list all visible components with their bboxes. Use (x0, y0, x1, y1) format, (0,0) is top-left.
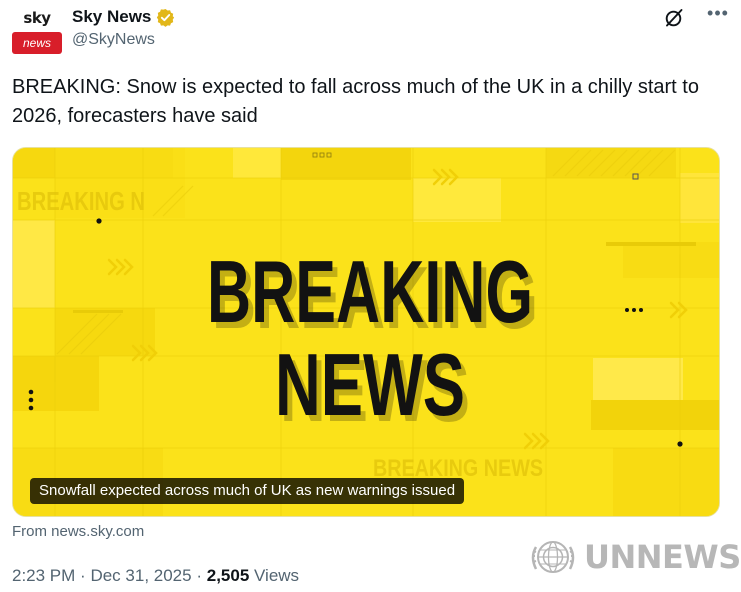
un-emblem-icon (531, 541, 575, 573)
tweet-time[interactable]: 2:23 PM (12, 566, 75, 585)
more-icon[interactable]: ••• (706, 4, 730, 28)
card-headline-line2: NEWS (275, 335, 465, 434)
watermark: UNNEWS (528, 535, 741, 579)
avatar-logo-top: sky (23, 9, 51, 27)
watermark-text: UNNEWS (584, 538, 741, 576)
verified-badge-icon[interactable] (156, 8, 175, 27)
link-card[interactable]: BREAKING N BREAKING NEWS BREAKING BREAKI… (12, 147, 720, 517)
tweet-date[interactable]: Dec 31, 2025 (90, 566, 191, 585)
handle[interactable]: @SkyNews (72, 31, 175, 49)
views-count[interactable]: 2,505 (207, 566, 250, 585)
meta-separator: · (80, 566, 86, 585)
tweet-text: BREAKING: Snow is expected to fall acros… (12, 76, 699, 127)
card-image: BREAKING N BREAKING NEWS BREAKING BREAKI… (13, 148, 719, 516)
card-caption[interactable]: Snowfall expected across much of UK as n… (30, 478, 465, 504)
grok-icon[interactable] (664, 8, 684, 28)
meta-separator: · (196, 566, 202, 585)
author-names: Sky News @SkyNews (72, 6, 175, 49)
display-name[interactable]: Sky News (72, 7, 151, 27)
card-headline-line1: BREAKING (207, 242, 533, 341)
avatar[interactable]: sky news (12, 6, 62, 56)
avatar-logo-bottom: news (22, 36, 51, 50)
tweet-meta: 2:23 PM · Dec 31, 2025 · 2,505 Views (12, 566, 299, 586)
card-bg-text-1: BREAKING N (17, 186, 145, 216)
views-label[interactable]: Views (254, 566, 299, 585)
card-source-link[interactable]: From news.sky.com (12, 523, 144, 540)
tweet-header: sky news Sky News @SkyNews ••• (12, 4, 730, 56)
